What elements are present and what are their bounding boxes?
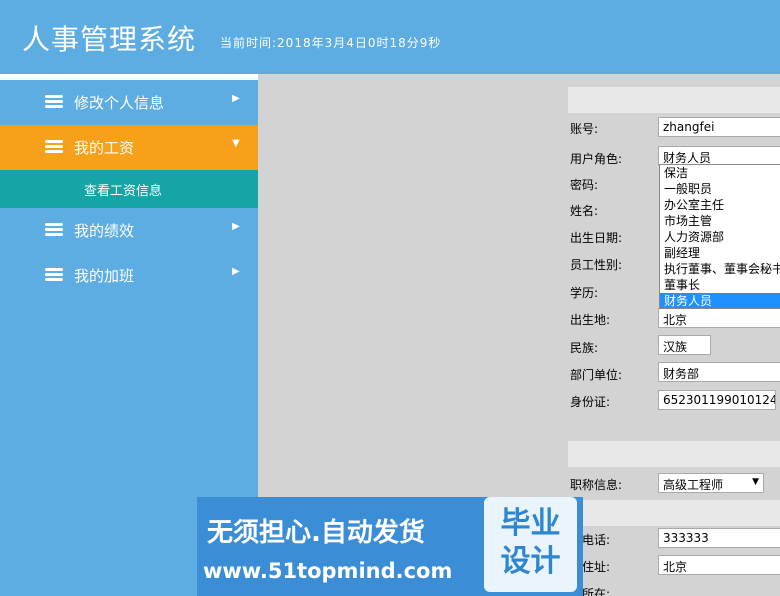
current-time: 当前时间:2018年3月4日0时18分9秒 [220, 36, 442, 50]
title-label: 职称信息: [570, 478, 623, 492]
form-section-header [568, 87, 780, 113]
id-card-input[interactable]: 65230119901012432 [658, 390, 776, 410]
sidebar-subitem-label: 查看工资信息 [84, 184, 163, 199]
role-option[interactable]: 市场主管 [660, 213, 780, 229]
form-section-header [568, 500, 780, 526]
promo-banner: 无须担心.自动发货 www.51topmind.com 毕业 设计 [197, 497, 583, 596]
address-input[interactable]: 北京 [658, 555, 780, 575]
birthplace-label: 出生地: [570, 313, 611, 327]
sidebar-item-my-overtime[interactable]: 我的加班 ▶ [0, 253, 258, 298]
stack-icon [45, 95, 63, 109]
sidebar-item-label: 我的绩效 [74, 222, 135, 240]
banner-badge-line: 毕业 [500, 506, 561, 541]
ethnicity-label: 民族: [570, 341, 599, 355]
department-label: 部门单位: [570, 368, 623, 382]
birthdate-label: 出生日期: [570, 231, 623, 245]
gender-label: 员工性别: [570, 258, 623, 272]
account-label: 账号: [570, 122, 599, 136]
chevron-right-icon: ▶ [232, 266, 240, 277]
title-select-value: 高级工程师 [663, 478, 724, 492]
form-section-header [568, 441, 780, 467]
role-option[interactable]: 副经理 [660, 245, 780, 261]
sidebar-item-label: 修改个人信息 [74, 94, 165, 112]
banner-badge-line: 设计 [500, 544, 561, 579]
title-select[interactable]: 高级工程师 ▼ [658, 473, 764, 493]
role-option[interactable]: 执行董事、董事会秘书 [660, 261, 780, 277]
role-label: 用户角色: [570, 152, 623, 166]
role-option[interactable]: 保洁 [660, 165, 780, 181]
app-header: 人事管理系统 当前时间:2018年3月4日0时18分9秒 [0, 0, 780, 74]
name-label: 姓名: [570, 204, 599, 218]
sidebar-subitem-view-salary[interactable]: 查看工资信息 [0, 170, 258, 208]
role-option[interactable]: 办公室主任 [660, 197, 780, 213]
education-label: 学历: [570, 286, 599, 300]
stack-icon [45, 268, 63, 282]
chevron-down-icon: ▼ [232, 138, 240, 149]
id-card-label: 身份证: [570, 395, 611, 409]
caret-down-icon: ▼ [752, 477, 759, 487]
app-title: 人事管理系统 [22, 23, 197, 56]
chevron-right-icon: ▶ [232, 93, 240, 104]
sidebar-item-label: 我的工资 [74, 139, 135, 157]
role-select[interactable]: 财务人员 [658, 146, 780, 166]
banner-slogan: 无须担心.自动发货 [207, 518, 425, 548]
role-dropdown-list[interactable]: 保洁 一般职员 办公室主任 市场主管 人力资源部 副经理 执行董事、董事会秘书 … [659, 164, 780, 309]
account-input[interactable]: zhangfei [658, 117, 780, 137]
stack-icon [45, 223, 63, 237]
phone-input[interactable]: 333333 [658, 528, 780, 548]
sidebar-item-edit-profile[interactable]: 修改个人信息 ▶ [0, 80, 258, 125]
role-option-selected[interactable]: 财务人员 [660, 293, 780, 308]
birthplace-input[interactable]: 北京 [658, 308, 780, 328]
role-option[interactable]: 董事长 [660, 277, 780, 293]
sidebar-item-my-salary[interactable]: 我的工资 ▼ [0, 125, 258, 170]
role-option[interactable]: 一般职员 [660, 181, 780, 197]
ethnicity-input[interactable]: 汉族 [658, 335, 711, 355]
department-input[interactable]: 财务部 [658, 362, 780, 382]
chevron-right-icon: ▶ [232, 221, 240, 232]
sidebar-item-label: 我的加班 [74, 267, 135, 285]
stack-icon [45, 140, 63, 154]
sidebar-item-my-performance[interactable]: 我的绩效 ▶ [0, 208, 258, 253]
banner-badge: 毕业 设计 [484, 497, 577, 592]
role-option[interactable]: 人力资源部 [660, 229, 780, 245]
banner-url: www.51topmind.com [203, 559, 453, 583]
password-label: 密码: [570, 178, 599, 192]
